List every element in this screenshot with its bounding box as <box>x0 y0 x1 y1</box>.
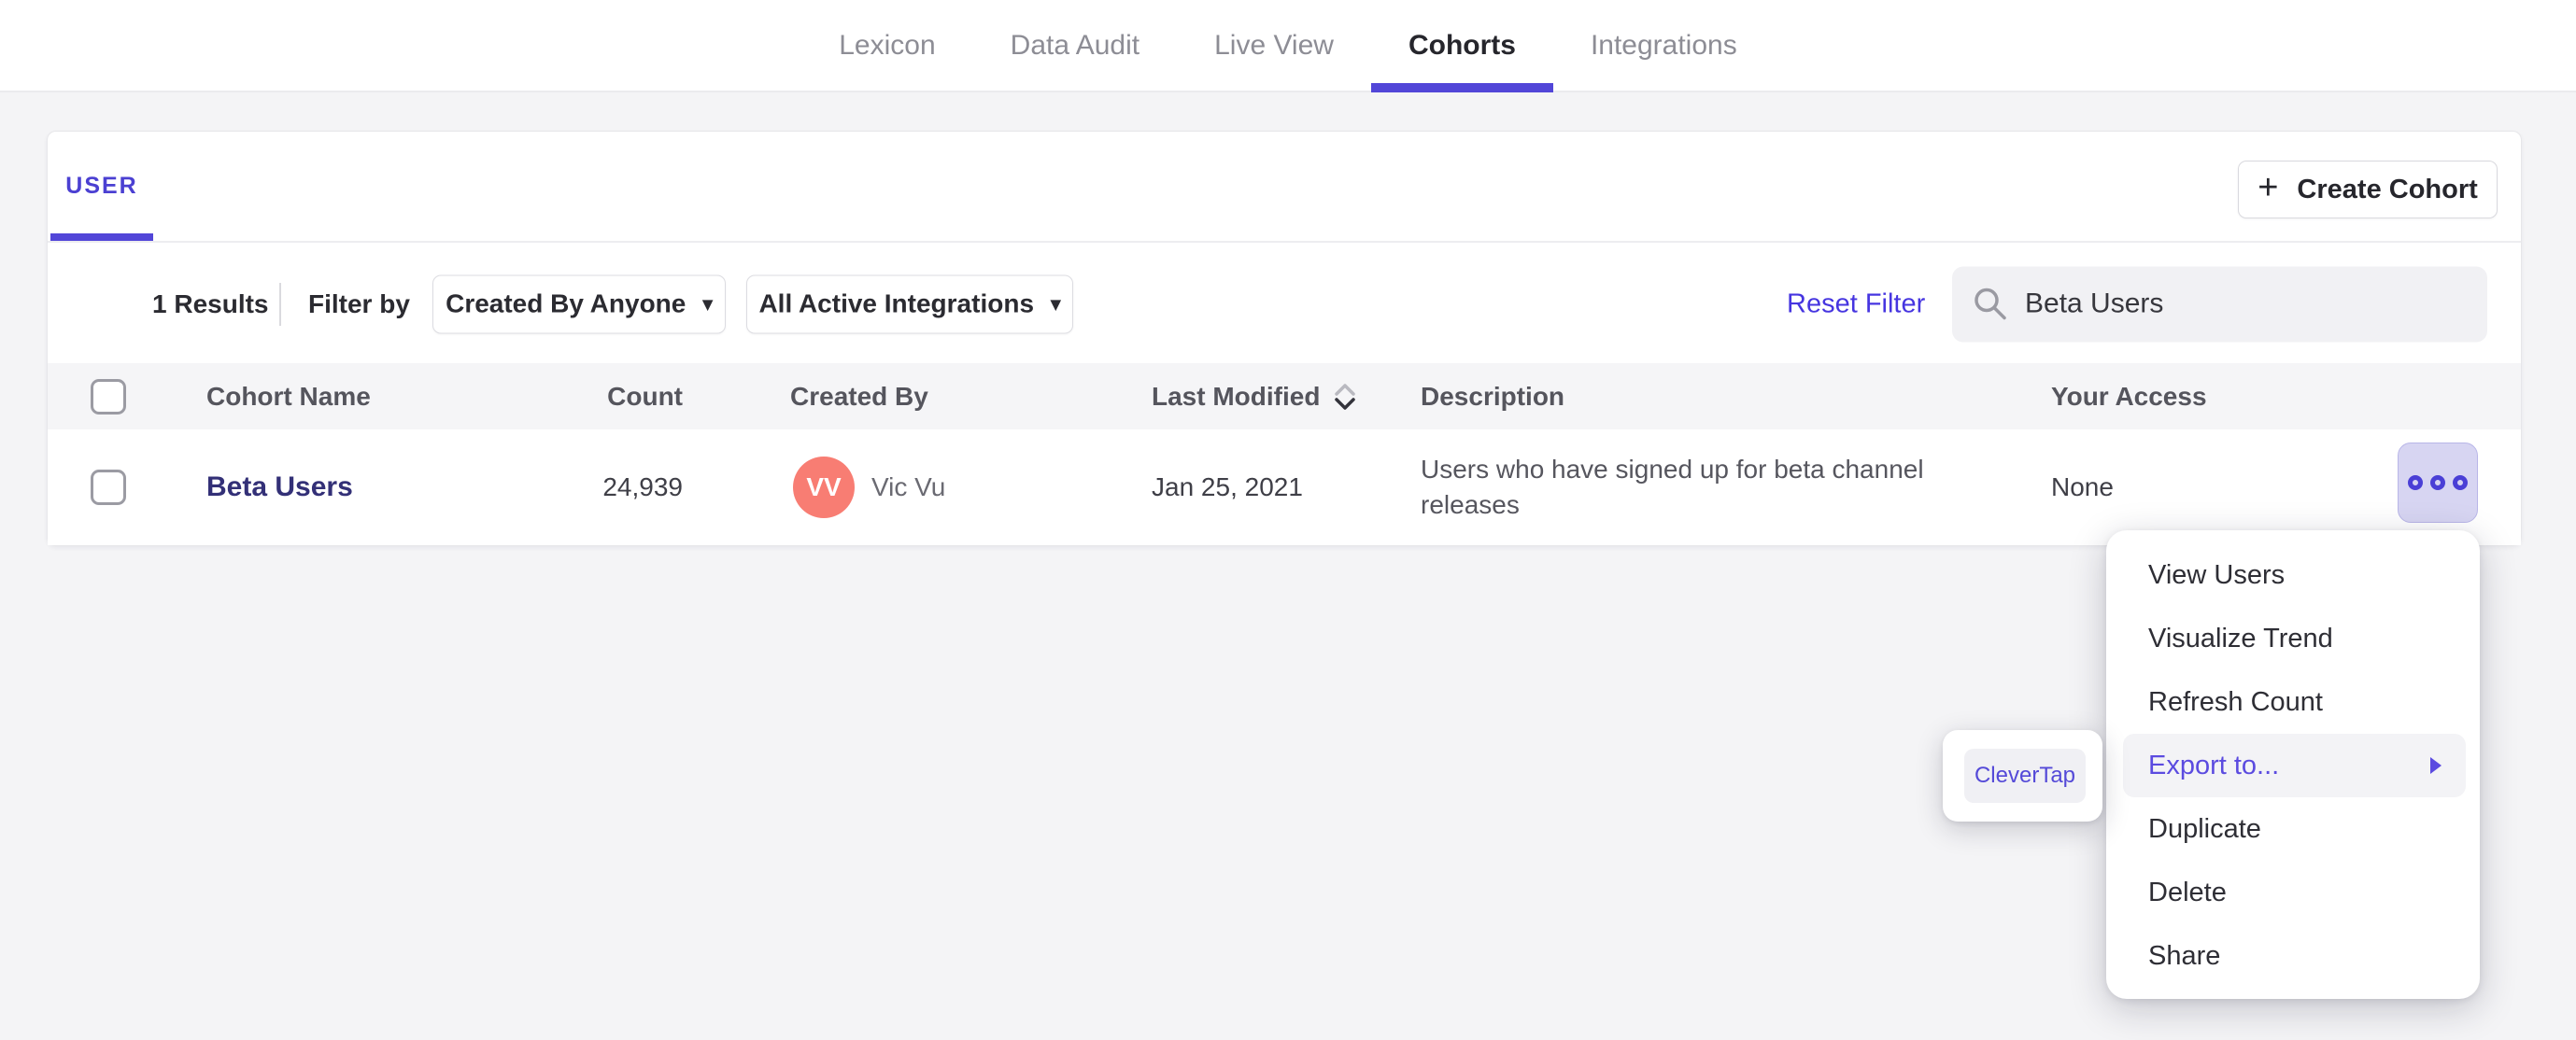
tab-user[interactable]: USER <box>50 132 153 241</box>
menu-item-refresh-count[interactable]: Refresh Count <box>2106 670 2480 734</box>
menu-item-share[interactable]: Share <box>2106 924 2480 988</box>
cohort-description: Users who have signed up for beta channe… <box>1421 455 1924 519</box>
tab-data-audit[interactable]: Data Audit <box>973 0 1177 91</box>
tab-label: Cohorts <box>1408 29 1516 61</box>
header-count[interactable]: Count <box>552 382 683 412</box>
search-icon <box>1973 287 2008 322</box>
header-cohort-name[interactable]: Cohort Name <box>206 382 371 412</box>
cohorts-card: USER + Create Cohort 1 Results Filter by… <box>47 131 2522 546</box>
search-box[interactable] <box>1952 266 2487 342</box>
export-to-label: Export to... <box>2148 750 2280 780</box>
menu-item-duplicate[interactable]: Duplicate <box>2106 797 2480 861</box>
export-submenu: CleverTap <box>1943 730 2102 822</box>
user-tab-underline <box>50 233 153 241</box>
tab-integrations[interactable]: Integrations <box>1553 0 1775 91</box>
menu-item-delete[interactable]: Delete <box>2106 861 2480 924</box>
top-nav: Lexicon Data Audit Live View Cohorts Int… <box>0 0 2576 92</box>
tab-label: Lexicon <box>839 29 936 61</box>
tab-label: Data Audit <box>1010 29 1140 61</box>
chevron-down-icon: ▾ <box>1051 293 1061 315</box>
table-row: Beta Users 24,939 VV Vic Vu Jan 25, 2021… <box>48 429 2521 545</box>
avatar: VV <box>793 457 855 518</box>
created-by-dropdown[interactable]: Created By Anyone ▾ <box>432 274 726 333</box>
header-last-modified[interactable]: Last Modified <box>1152 380 1359 414</box>
cohort-name-link[interactable]: Beta Users <box>206 471 353 503</box>
cohort-count: 24,939 <box>602 472 683 501</box>
search-input[interactable] <box>2025 288 2467 320</box>
create-cohort-button[interactable]: + Create Cohort <box>2238 161 2498 218</box>
tab-cohorts[interactable]: Cohorts <box>1370 0 1553 92</box>
cohort-type-tabbar: USER + Create Cohort <box>48 132 2521 243</box>
tab-label: Integrations <box>1590 29 1737 61</box>
created-by-dropdown-value: Created By Anyone <box>446 288 686 318</box>
tab-user-label: USER <box>65 173 138 199</box>
access-value: None <box>2051 472 2114 501</box>
chevron-down-icon: ▾ <box>702 293 713 315</box>
tab-live-view[interactable]: Live View <box>1177 0 1371 91</box>
tab-label: Live View <box>1214 29 1334 61</box>
row-actions-menu: View Users Visualize Trend Refresh Count… <box>2106 530 2480 999</box>
reset-filter-link[interactable]: Reset Filter <box>1787 288 1925 319</box>
creator-cell: VV Vic Vu <box>793 457 945 518</box>
sort-icon[interactable] <box>1331 380 1359 414</box>
menu-item-view-users[interactable]: View Users <box>2106 543 2480 607</box>
table-header: Cohort Name Count Created By Last Modifi… <box>48 363 2521 429</box>
more-actions-button[interactable] <box>2398 443 2478 523</box>
submenu-arrow-icon <box>2430 757 2442 774</box>
active-tab-underline <box>1370 83 1553 92</box>
filter-by-label: Filter by <box>308 288 410 318</box>
menu-item-visualize-trend[interactable]: Visualize Trend <box>2106 607 2480 670</box>
create-cohort-label: Create Cohort <box>2297 174 2478 204</box>
creator-name: Vic Vu <box>871 472 946 501</box>
results-count: 1 Results <box>152 288 269 318</box>
divider <box>279 282 281 326</box>
header-your-access: Your Access <box>2051 381 2207 411</box>
row-checkbox[interactable] <box>91 470 126 505</box>
filter-bar: 1 Results Filter by Created By Anyone ▾ … <box>48 245 2521 363</box>
select-all-checkbox[interactable] <box>91 378 126 415</box>
header-created-by[interactable]: Created By <box>790 382 928 412</box>
integrations-dropdown[interactable]: All Active Integrations ▾ <box>746 274 1073 333</box>
plus-icon: + <box>2258 168 2279 207</box>
submenu-item-clevertap[interactable]: CleverTap <box>1964 749 2086 803</box>
more-icon <box>2408 475 2468 490</box>
header-description: Description <box>1421 381 1565 411</box>
menu-item-export-to[interactable]: Export to... <box>2123 734 2466 797</box>
tab-lexicon[interactable]: Lexicon <box>801 0 972 91</box>
header-last-modified-label: Last Modified <box>1152 381 1321 411</box>
last-modified-date: Jan 25, 2021 <box>1152 472 1303 501</box>
integrations-dropdown-value: All Active Integrations <box>758 288 1035 318</box>
